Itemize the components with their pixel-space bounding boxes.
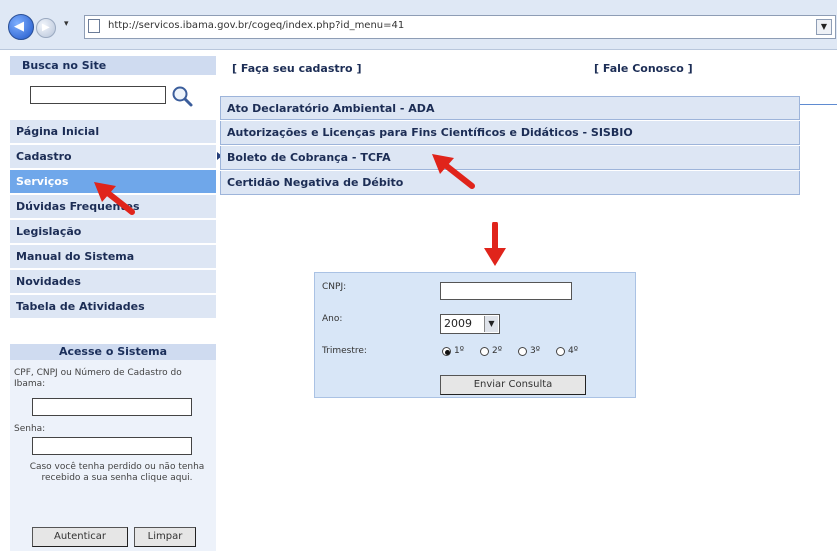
trimestre-option-label: 1º	[454, 346, 464, 356]
sidebar-item-label: Legislação	[16, 225, 82, 238]
annotation-arrow-icon	[94, 182, 135, 215]
submenu-item-ada[interactable]: Ato Declaratório Ambiental - ADA	[220, 96, 800, 120]
submenu-item-label: Boleto de Cobrança - TCFA	[227, 151, 391, 164]
trimestre-radio-4[interactable]	[556, 347, 565, 356]
cpf-field[interactable]	[32, 398, 192, 416]
url-text: http://servicos.ibama.gov.br/cogeq/index…	[108, 20, 405, 31]
sidebar-item-label: Tabela de Atividades	[16, 300, 145, 313]
submenu-item-sisbio[interactable]: Autorizações e Licenças para Fins Cientí…	[220, 121, 800, 145]
history-dropdown-icon[interactable]: ▾	[64, 19, 69, 29]
ano-label: Ano:	[322, 314, 343, 324]
sidebar-item-legislacao[interactable]: Legislação	[10, 220, 216, 244]
cnpj-label: CNPJ:	[322, 282, 347, 292]
sidebar-item-pagina-inicial[interactable]: Página Inicial	[10, 120, 216, 144]
sidebar-item-novidades[interactable]: Novidades	[10, 270, 216, 294]
sidebar-item-manual[interactable]: Manual do Sistema	[10, 245, 216, 269]
sidebar-item-label: Cadastro	[16, 150, 72, 163]
back-icon[interactable]	[8, 14, 34, 40]
annotation-arrow-icon	[484, 222, 506, 266]
clear-button[interactable]: Limpar	[134, 527, 196, 547]
page-icon	[88, 19, 100, 33]
trimestre-label: Trimestre:	[322, 346, 367, 356]
login-heading: Acesse o Sistema	[10, 344, 216, 360]
senha-label: Senha:	[14, 424, 46, 434]
password-field[interactable]	[32, 437, 192, 455]
trimestre-option-label: 3º	[530, 346, 540, 356]
trimestre-radio-3[interactable]	[518, 347, 527, 356]
trimestre-option-label: 4º	[568, 346, 578, 356]
cpf-label: CPF, CNPJ ou Número de Cadastro do Ibama…	[14, 368, 182, 389]
submenu-item-tcfa[interactable]: Boleto de Cobrança - TCFA	[220, 146, 800, 170]
chevron-down-icon[interactable]: ▼	[484, 316, 498, 332]
search-input[interactable]	[30, 86, 166, 104]
url-dropdown-icon[interactable]: ▼	[816, 19, 832, 35]
sidebar-item-cadastro[interactable]: Cadastro	[10, 145, 222, 169]
submenu-item-label: Ato Declaratório Ambiental - ADA	[227, 102, 435, 115]
sidebar-item-label: Serviços	[16, 175, 69, 188]
sidebar-item-tabela[interactable]: Tabela de Atividades	[10, 295, 216, 319]
search-heading: Busca no Site	[10, 56, 216, 76]
sidebar-item-label: Novidades	[16, 275, 81, 288]
sidebar-item-label: Página Inicial	[16, 125, 100, 138]
forward-icon[interactable]	[36, 18, 56, 38]
contact-link[interactable]: [ Fale Conosco ]	[594, 62, 693, 75]
forgot-password-text[interactable]: Caso você tenha perdido ou não tenha rec…	[22, 462, 212, 484]
annotation-arrow-icon	[432, 154, 475, 189]
trimestre-radio-1[interactable]	[442, 347, 451, 356]
search-icon[interactable]	[170, 84, 194, 108]
submenu-item-label: Autorizações e Licenças para Fins Cientí…	[227, 126, 633, 139]
trimestre-option-label: 2º	[492, 346, 502, 356]
cnpj-field[interactable]	[440, 282, 572, 300]
register-link[interactable]: [ Faça seu cadastro ]	[232, 62, 361, 75]
submenu-item-certidao[interactable]: Certidão Negativa de Débito	[220, 171, 800, 195]
authenticate-button[interactable]: Autenticar	[32, 527, 128, 547]
ano-selected-value: 2009	[444, 317, 472, 330]
sidebar-item-label: Manual do Sistema	[16, 250, 135, 263]
submit-query-button[interactable]: Enviar Consulta	[440, 375, 586, 395]
submenu-item-label: Certidão Negativa de Débito	[227, 176, 404, 189]
trimestre-radio-2[interactable]	[480, 347, 489, 356]
